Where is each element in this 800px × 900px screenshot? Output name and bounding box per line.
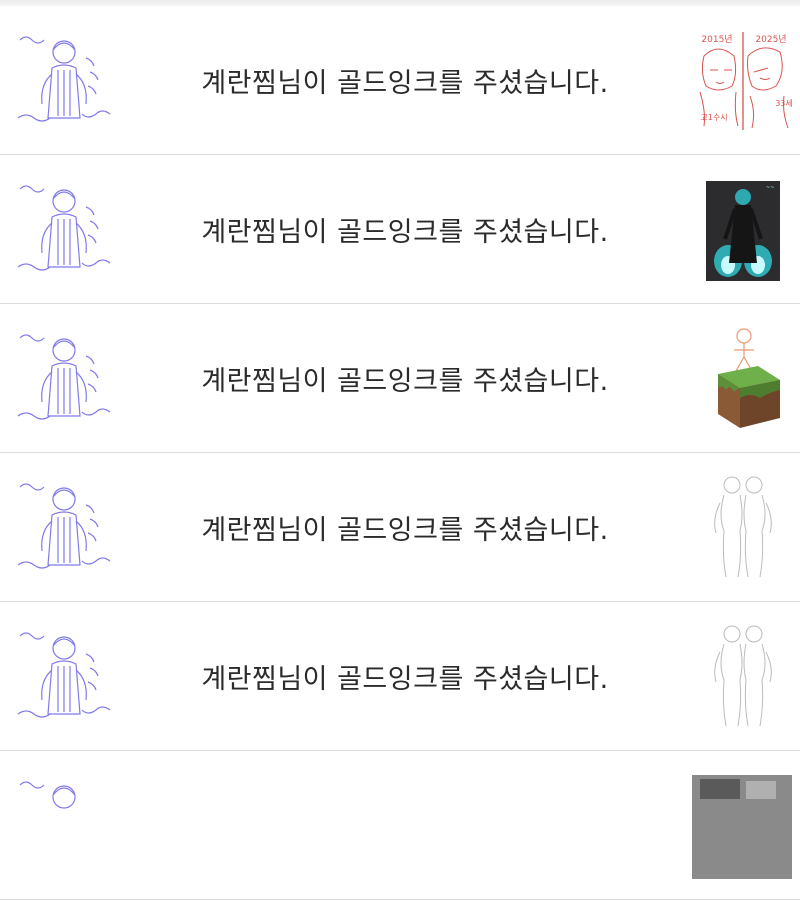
notification-list[interactable]: 계란찜님이 골드잉크를 주셨습니다. 2015년 2025년 고1수시 33세: [0, 6, 800, 900]
notification-item[interactable]: 계란찜님이 골드잉크를 주셨습니다.: [0, 602, 800, 751]
thumb-caption-left: 고1수시: [700, 113, 727, 122]
artwork-thumbnail[interactable]: ~~: [690, 175, 796, 283]
artwork-thumbnail[interactable]: [690, 771, 796, 879]
artwork-thumbnail[interactable]: [690, 324, 796, 432]
notification-message[interactable]: 계란찜님이 골드잉크를 주셨습니다.: [140, 155, 670, 304]
notification-message[interactable]: 계란찜님이 골드잉크를 주셨습니다.: [140, 304, 670, 453]
notification-message[interactable]: 계란찜님이 골드잉크를 주셨습니다.: [140, 602, 670, 751]
notification-message[interactable]: 계란찜님이 골드잉크를 주셨습니다.: [140, 453, 670, 602]
sender-avatar-icon[interactable]: [12, 475, 116, 579]
thumb-label-right: 2025년: [755, 34, 786, 45]
artwork-thumbnail[interactable]: [690, 622, 796, 730]
sender-avatar-icon[interactable]: [12, 773, 116, 877]
sender-avatar-icon[interactable]: [12, 326, 116, 430]
notification-item[interactable]: [0, 751, 800, 900]
thumb-caption-right: 33세: [775, 99, 793, 108]
svg-text:~~: ~~: [766, 185, 774, 191]
sender-avatar-icon[interactable]: [12, 177, 116, 281]
sender-avatar-icon[interactable]: [12, 624, 116, 728]
notification-item[interactable]: 계란찜님이 골드잉크를 주셨습니다.: [0, 304, 800, 453]
artwork-thumbnail[interactable]: [690, 473, 796, 581]
thumb-label-left: 2015년: [701, 34, 732, 45]
notification-message[interactable]: [140, 751, 670, 900]
notification-message[interactable]: 계란찜님이 골드잉크를 주셨습니다.: [140, 6, 670, 155]
artwork-thumbnail[interactable]: 2015년 2025년 고1수시 33세: [690, 26, 796, 134]
notification-item[interactable]: 계란찜님이 골드잉크를 주셨습니다. 2015년 2025년 고1수시 33세: [0, 6, 800, 155]
notification-item[interactable]: 계란찜님이 골드잉크를 주셨습니다.: [0, 453, 800, 602]
notification-item[interactable]: 계란찜님이 골드잉크를 주셨습니다. ~~: [0, 155, 800, 304]
sender-avatar-icon[interactable]: [12, 28, 116, 132]
